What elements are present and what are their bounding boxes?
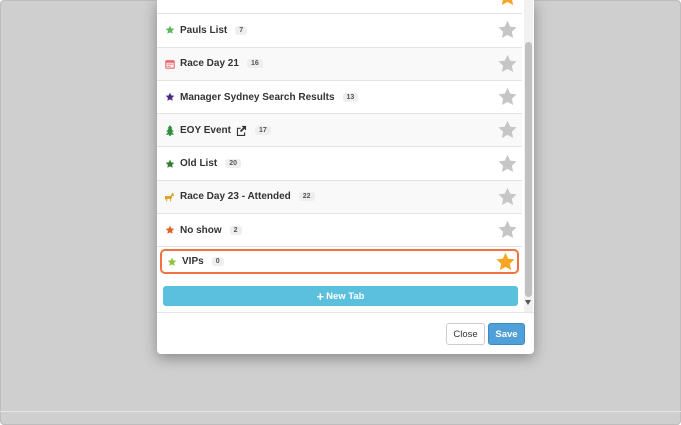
star-icon	[164, 225, 175, 236]
tab-row-race-day-21[interactable]: Race Day 21 16	[157, 47, 522, 81]
tab-label: Manager Sydney Search Results	[180, 91, 335, 103]
new-tab-button[interactable]: + New Tab	[163, 286, 518, 307]
favorite-star-icon[interactable]	[497, 0, 518, 8]
horse-icon	[164, 191, 175, 202]
tab-label: VIPs	[182, 256, 204, 268]
dialog-footer: Close Save	[157, 312, 534, 354]
favorite-star-icon[interactable]	[497, 20, 518, 41]
tab-row-manager-sydney[interactable]: Manager Sydney Search Results 13	[157, 81, 522, 115]
tab-count-badge: 17	[254, 125, 271, 135]
share-icon	[236, 125, 247, 136]
tab-row-pauls-list[interactable]: Pauls List 7	[157, 14, 522, 48]
tab-count-badge: 16	[246, 59, 263, 69]
close-button[interactable]: Close	[446, 323, 485, 345]
backdrop-divider	[0, 411, 681, 412]
favorite-star-icon[interactable]	[497, 153, 518, 174]
tab-label: No show	[180, 224, 222, 236]
favorite-star-icon[interactable]	[497, 87, 518, 108]
favorite-star-icon[interactable]	[497, 53, 518, 74]
tab-row-no-show[interactable]: No show 2	[157, 214, 522, 248]
tab-list-scroll-area[interactable]: Pauls List 7 Race Day 21 16 Manager Sydn…	[157, 0, 534, 312]
tab-count-badge: 7	[235, 25, 248, 35]
tab-count-badge: 13	[342, 92, 359, 102]
scrollbar-thumb[interactable]	[525, 42, 532, 297]
favorite-star-icon[interactable]	[495, 251, 516, 272]
tab-count-badge: 0	[211, 257, 224, 267]
tab-row-vips[interactable]: VIPs 0	[160, 249, 519, 275]
tab-count-badge: 20	[225, 159, 242, 169]
tab-row-old-list[interactable]: Old List 20	[157, 147, 522, 181]
tab-label: EOY Event	[180, 124, 231, 136]
tab-list: Pauls List 7 Race Day 21 16 Manager Sydn…	[157, 0, 522, 312]
star-icon	[166, 256, 177, 267]
star-icon	[164, 92, 175, 103]
plus-icon: +	[316, 288, 325, 304]
save-button[interactable]: Save	[488, 323, 525, 345]
tab-label: Old List	[180, 158, 218, 170]
tab-row-eoy-event[interactable]: EOY Event 17	[157, 114, 522, 148]
tab-label: Race Day 23 - Attended	[180, 191, 291, 203]
tab-count-badge: 2	[229, 225, 242, 235]
tab-manager-dialog: Pauls List 7 Race Day 21 16 Manager Sydn…	[157, 0, 534, 354]
calendar-icon	[164, 58, 175, 69]
favorite-star-icon[interactable]	[497, 220, 518, 241]
tab-row-race-day-23[interactable]: Race Day 23 - Attended 22	[157, 180, 522, 215]
tab-row-partial[interactable]	[157, 0, 522, 15]
scroll-down-arrow-icon[interactable]	[525, 300, 531, 305]
favorite-star-icon[interactable]	[497, 186, 518, 207]
scrollbar[interactable]	[524, 0, 533, 312]
tree-icon	[164, 124, 175, 136]
new-tab-row: + New Tab	[157, 276, 522, 312]
new-tab-label: New Tab	[326, 290, 365, 302]
star-icon	[164, 25, 175, 36]
favorite-star-icon[interactable]	[497, 120, 518, 141]
tab-label: Pauls List	[180, 24, 228, 36]
star-icon	[164, 158, 175, 169]
tab-count-badge: 22	[298, 192, 315, 202]
tab-label: Race Day 21	[180, 58, 239, 70]
